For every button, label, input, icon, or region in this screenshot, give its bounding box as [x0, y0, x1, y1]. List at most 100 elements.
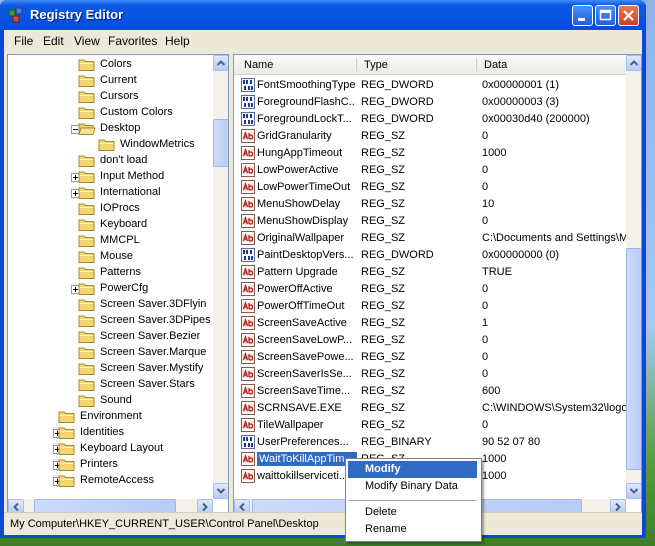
- value-row[interactable]: LowPowerActive REG_SZ 0: [234, 162, 627, 179]
- value-row[interactable]: HungAppTimeout REG_SZ 1000: [234, 145, 627, 162]
- tree-node[interactable]: Environment: [8, 409, 213, 425]
- menu-file[interactable]: File: [14, 34, 33, 48]
- tree-node[interactable]: Colors: [8, 57, 213, 73]
- column-divider[interactable]: [356, 58, 357, 71]
- tree-node[interactable]: Screen Saver.Stars: [8, 377, 213, 393]
- value-row[interactable]: LowPowerTimeOut REG_SZ 0: [234, 179, 627, 196]
- tree-node[interactable]: Cursors: [8, 89, 213, 105]
- tree-node[interactable]: Screen Saver.Marque: [8, 345, 213, 361]
- value-row[interactable]: ScreenSaveActive REG_SZ 1: [234, 315, 627, 332]
- column-header-name[interactable]: Name: [244, 59, 273, 71]
- column-divider[interactable]: [476, 58, 477, 71]
- tree-node[interactable]: IOProcs: [8, 201, 213, 217]
- value-row[interactable]: PaintDesktopVers... REG_DWORD 0x00000000 (…: [234, 247, 627, 264]
- tree-node[interactable]: don't load: [8, 153, 213, 169]
- tree-node-label: Screen Saver.Marque: [100, 346, 207, 358]
- tree-node[interactable]: Custom Colors: [8, 105, 213, 121]
- tree-node[interactable]: Current: [8, 73, 213, 89]
- string-value-icon: [241, 401, 255, 415]
- tree-node[interactable]: Screen Saver.3DPipes: [8, 313, 213, 329]
- value-name: PowerOffActive: [257, 283, 333, 295]
- value-row[interactable]: SCRNSAVE.EXE REG_SZ C:\WINDOWS\System32\lo…: [234, 400, 627, 417]
- tree-node[interactable]: International: [8, 185, 213, 201]
- value-row[interactable]: GridGranularity REG_SZ 0: [234, 128, 627, 145]
- scroll-down-button[interactable]: [213, 483, 228, 499]
- menu-edit[interactable]: Edit: [43, 34, 64, 48]
- key-tree-pane[interactable]: Colors Current Cursors Custom Colors Desktop…: [7, 54, 229, 516]
- list-vertical-scrollbar[interactable]: [626, 55, 641, 499]
- context-menu-modify-binary[interactable]: Modify Binary Data: [348, 478, 477, 495]
- title-bar[interactable]: Registry Editor: [0, 0, 646, 30]
- value-row[interactable]: ForegroundFlashC... REG_DWORD 0x00000003 (…: [234, 94, 627, 111]
- folder-icon: [78, 299, 95, 311]
- menu-favorites[interactable]: Favorites: [108, 34, 157, 48]
- value-type: REG_DWORD: [361, 79, 434, 91]
- value-row[interactable]: PowerOffActive REG_SZ 0: [234, 281, 627, 298]
- tree-node[interactable]: Screen Saver.3DFlyin: [8, 297, 213, 313]
- value-row[interactable]: TileWallpaper REG_SZ 0: [234, 417, 627, 434]
- tree-node[interactable]: Desktop: [8, 121, 213, 137]
- tree-vertical-scrollbar[interactable]: [213, 55, 228, 499]
- value-name: OriginalWallpaper: [257, 232, 345, 244]
- string-value-icon: [241, 129, 255, 143]
- value-row[interactable]: OriginalWallpaper REG_SZ C:\Documents and …: [234, 230, 627, 247]
- folder-icon: [98, 139, 115, 151]
- tree-node[interactable]: Identities: [8, 425, 213, 441]
- minimize-button[interactable]: [572, 5, 593, 26]
- tree-node[interactable]: Printers: [8, 457, 213, 473]
- maximize-button[interactable]: [595, 5, 616, 26]
- scroll-down-button[interactable]: [626, 483, 641, 499]
- tree-node[interactable]: Patterns: [8, 265, 213, 281]
- tree-node[interactable]: RemoteAccess: [8, 473, 213, 489]
- scroll-up-button[interactable]: [626, 55, 641, 71]
- tree-scroll-thumb[interactable]: [213, 119, 228, 167]
- value-row[interactable]: Pattern Upgrade REG_SZ TRUE: [234, 264, 627, 281]
- value-name: TileWallpaper: [257, 419, 324, 431]
- tree-node[interactable]: Screen Saver.Mystify: [8, 361, 213, 377]
- value-name: ForegroundFlashC...: [257, 96, 355, 108]
- context-menu-rename[interactable]: Rename: [348, 521, 477, 538]
- value-row[interactable]: ScreenSavePowe... REG_SZ 0: [234, 349, 627, 366]
- column-header-data[interactable]: Data: [484, 59, 507, 71]
- tree-node[interactable]: PowerCfg: [8, 281, 213, 297]
- value-row[interactable]: ForegroundLockT... REG_DWORD 0x00030d40 (2…: [234, 111, 627, 128]
- tree-node[interactable]: WindowMetrics: [8, 137, 213, 153]
- value-type: REG_SZ: [361, 215, 406, 227]
- tree-node[interactable]: Keyboard Layout: [8, 441, 213, 457]
- value-data: C:\Documents and Settings\Ma: [482, 232, 627, 244]
- tree-node-label: Screen Saver.Mystify: [100, 362, 204, 374]
- tree-node-label: Printers: [80, 458, 118, 470]
- value-row[interactable]: UserPreferences... REG_BINARY 90 52 07 80: [234, 434, 627, 451]
- list-scroll-thumb[interactable]: [626, 248, 641, 470]
- scroll-up-button[interactable]: [213, 55, 228, 71]
- value-row[interactable]: ScreenSaveTime... REG_SZ 600: [234, 383, 627, 400]
- close-button[interactable]: [618, 5, 639, 26]
- folder-icon: [78, 187, 95, 199]
- maximize-icon: [599, 9, 612, 21]
- context-menu-delete[interactable]: Delete: [348, 504, 477, 521]
- value-row[interactable]: FontSmoothingType REG_DWORD 0x00000001 (1): [234, 77, 627, 94]
- value-type: REG_SZ: [361, 300, 406, 312]
- value-row[interactable]: ScreenSaverIsSe... REG_SZ 0: [234, 366, 627, 383]
- tree-node-label: Patterns: [100, 266, 141, 278]
- column-header-type[interactable]: Type: [364, 59, 388, 71]
- value-row[interactable]: ScreenSaveLowP... REG_SZ 0: [234, 332, 627, 349]
- value-row[interactable]: MenuShowDisplay REG_SZ 0: [234, 213, 627, 230]
- tree-node[interactable]: Screen Saver.Bezier: [8, 329, 213, 345]
- menu-view[interactable]: View: [74, 34, 100, 48]
- value-row[interactable]: MenuShowDelay REG_SZ 10: [234, 196, 627, 213]
- tree-node[interactable]: Sound: [8, 393, 213, 409]
- tree-node[interactable]: Keyboard: [8, 217, 213, 233]
- value-row[interactable]: PowerOffTimeOut REG_SZ 0: [234, 298, 627, 315]
- folder-icon: [78, 91, 95, 103]
- value-name: HungAppTimeout: [257, 147, 343, 159]
- menu-help[interactable]: Help: [165, 34, 190, 48]
- tree-node[interactable]: MMCPL: [8, 233, 213, 249]
- arrow-down-icon: [629, 488, 639, 494]
- values-list-pane[interactable]: Name Type Data FontSmoothingType REG_DWOR…: [233, 54, 642, 516]
- tree-node[interactable]: Input Method: [8, 169, 213, 185]
- value-type: REG_SZ: [361, 368, 406, 380]
- tree-node[interactable]: Mouse: [8, 249, 213, 265]
- context-menu-modify[interactable]: Modify: [348, 461, 477, 478]
- window-title: Registry Editor: [30, 7, 124, 22]
